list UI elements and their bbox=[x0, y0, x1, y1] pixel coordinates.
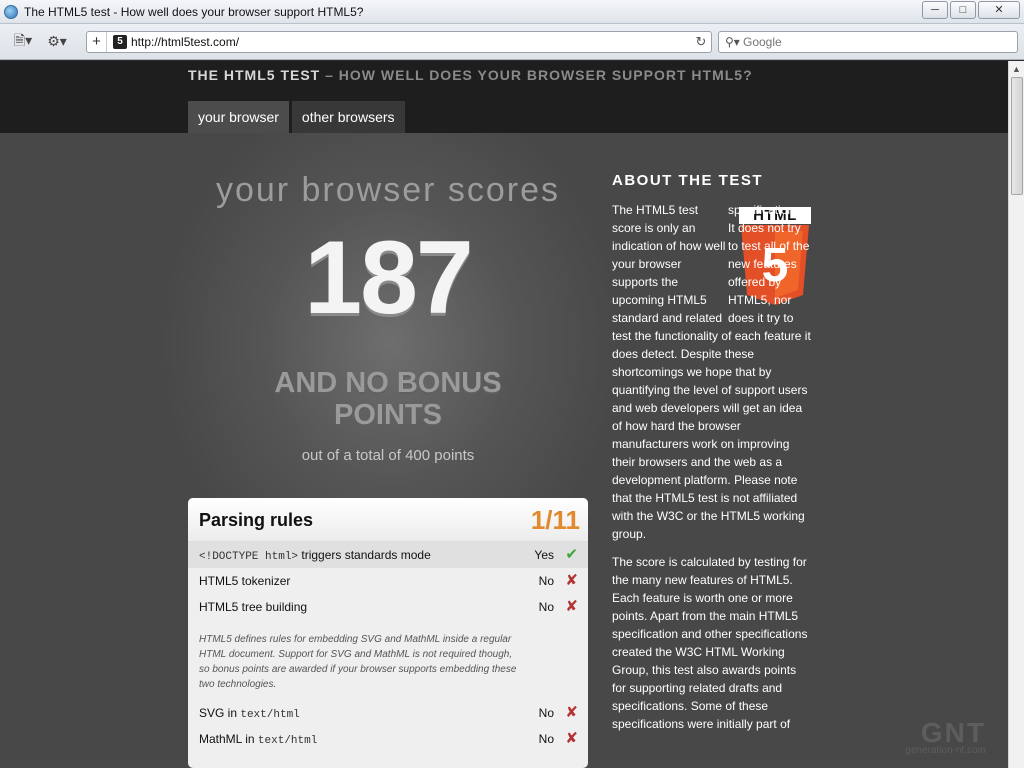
cross-icon: ✘ bbox=[565, 572, 578, 589]
about-title: ABOUT THE TEST bbox=[612, 172, 763, 189]
watermark-domain: generation-nt.com bbox=[905, 745, 986, 756]
close-button[interactable]: ✕ bbox=[978, 1, 1020, 19]
address-bar[interactable]: + 5 http://html5test.com/ ↻ bbox=[86, 31, 712, 53]
site-title: THE HTML5 TEST – HOW WELL DOES YOUR BROW… bbox=[188, 67, 753, 83]
panel-score: 1/11 bbox=[530, 505, 580, 535]
search-input[interactable] bbox=[743, 35, 1003, 49]
search-bar[interactable]: ⚲▾ bbox=[718, 31, 1018, 53]
cross-icon: ✘ bbox=[565, 730, 578, 747]
score-heading: your browser scores bbox=[215, 171, 561, 209]
browser-globe-icon bbox=[4, 4, 18, 19]
scroll-up-icon[interactable]: ▲ bbox=[1012, 64, 1021, 74]
web-page: THE HTML5 TEST – HOW WELL DOES YOUR BROW… bbox=[0, 61, 1008, 768]
panel-header: Parsing rules 1/11 bbox=[188, 498, 588, 542]
row-result: No bbox=[538, 732, 554, 746]
tab-other-browsers[interactable]: other browsers bbox=[291, 101, 405, 133]
row-label: MathML in bbox=[199, 732, 258, 746]
test-row-tree-building: HTML5 tree building No ✘ bbox=[188, 594, 588, 620]
row-result: Yes bbox=[534, 548, 554, 562]
about-paragraph-1-intro: The HTML5 test score is only an indicati… bbox=[612, 203, 726, 325]
tab-your-browser[interactable]: your browser bbox=[188, 101, 289, 133]
row-code: text/html bbox=[257, 735, 318, 747]
parsing-rules-panel: Parsing rules 1/11 <!DOCTYPE html> trigg… bbox=[188, 498, 588, 768]
row-result: No bbox=[538, 600, 554, 614]
row-label: HTML5 tree building bbox=[199, 600, 308, 614]
add-bookmark-icon[interactable]: + bbox=[87, 32, 107, 52]
cross-icon: ✘ bbox=[565, 598, 578, 615]
test-row-svg: SVG in text/html No ✘ bbox=[188, 700, 588, 726]
search-icon[interactable]: ⚲▾ bbox=[725, 35, 743, 49]
minimize-button[interactable]: ─ bbox=[922, 1, 948, 19]
window-titlebar: The HTML5 test - How well does your brow… bbox=[0, 0, 1024, 24]
test-row-mathml: MathML in text/html No ✘ bbox=[188, 726, 588, 752]
scroll-thumb[interactable] bbox=[1011, 77, 1023, 195]
vertical-scrollbar[interactable]: ▲ bbox=[1008, 61, 1024, 768]
check-icon: ✔ bbox=[565, 546, 578, 563]
about-paragraph-2: The score is calculated by testing for t… bbox=[612, 555, 808, 731]
row-code: text/html bbox=[240, 709, 300, 721]
cross-icon: ✘ bbox=[565, 704, 578, 721]
about-paragraph-1: The HTML5 test score is only an indicati… bbox=[612, 201, 812, 543]
bonus-note: HTML5 defines rules for embedding SVG an… bbox=[199, 634, 517, 690]
row-label: triggers standards mode bbox=[298, 548, 431, 562]
row-code: <!DOCTYPE html> bbox=[199, 551, 299, 563]
row-label: HTML5 tokenizer bbox=[199, 574, 291, 588]
favicon-icon: 5 bbox=[113, 35, 127, 49]
site-title-sub: – HOW WELL DOES YOUR BROWSER SUPPORT HTM… bbox=[325, 67, 753, 83]
maximize-button[interactable]: □ bbox=[950, 1, 976, 19]
gear-icon[interactable]: ⚙▾ bbox=[46, 33, 68, 50]
test-row-tokenizer: HTML5 tokenizer No ✘ bbox=[188, 568, 588, 594]
row-result: No bbox=[538, 574, 554, 588]
window-controls: ─ □ ✕ bbox=[922, 1, 1020, 19]
score-out-of: out of a total of 400 points bbox=[301, 447, 475, 464]
about-text: The HTML5 test score is only an indicati… bbox=[612, 201, 812, 733]
row-result: No bbox=[538, 706, 554, 720]
score-value: 187 bbox=[304, 220, 474, 336]
test-row-doctype: <!DOCTYPE html> triggers standards mode … bbox=[188, 542, 588, 568]
reload-icon[interactable]: ↻ bbox=[691, 34, 711, 50]
site-tabs: your browser other browsers bbox=[188, 101, 405, 133]
url-text[interactable]: http://html5test.com/ bbox=[131, 35, 691, 49]
page-menu-icon[interactable]: 🗎▾ bbox=[12, 30, 34, 54]
bonus-text: AND NO BONUS POINTS bbox=[274, 367, 502, 431]
window-title: The HTML5 test - How well does your brow… bbox=[24, 4, 364, 19]
site-title-main: THE HTML5 TEST bbox=[188, 67, 321, 83]
watermark: GNT generation-nt.com bbox=[905, 717, 986, 756]
panel-title: Parsing rules bbox=[199, 510, 314, 530]
row-label: SVG in bbox=[199, 706, 241, 720]
browser-toolbar: 🗎▾ ⚙▾ + 5 http://html5test.com/ ↻ ⚲▾ bbox=[0, 24, 1024, 60]
